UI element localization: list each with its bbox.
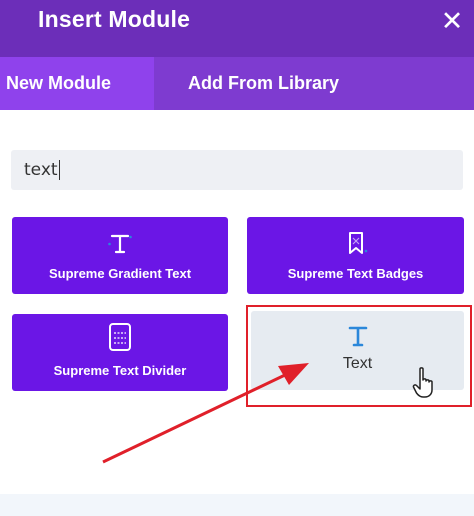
hand-cursor-icon — [412, 367, 433, 398]
red-arrow-annotation — [102, 363, 309, 464]
